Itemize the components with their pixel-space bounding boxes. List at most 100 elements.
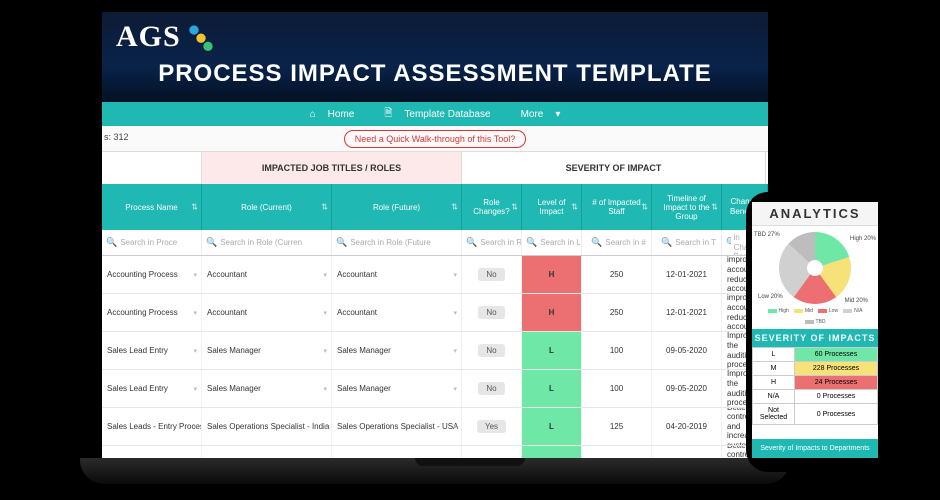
dropdown-icon: ▾ — [453, 271, 457, 279]
search-role-future[interactable]: 🔍Search in Role (Future — [332, 230, 462, 255]
cell-process[interactable]: Accounting Process▾ — [102, 294, 202, 331]
nav-home-label: Home — [324, 107, 359, 122]
severity-count: 0 Processes — [795, 404, 878, 425]
table-column-headers: Process Name⇅ Role (Current)⇅ Role (Futu… — [102, 184, 768, 230]
cell-role-current[interactable]: Accountant▾ — [202, 294, 332, 331]
cell-timeline[interactable]: 09-05-2020 — [652, 370, 722, 407]
severity-row: H24 Processes — [753, 376, 878, 390]
walkthrough-link[interactable]: Need a Quick Walk-through of this Tool? — [344, 130, 527, 148]
cell-timeline[interactable]: 12-01-2021 — [652, 294, 722, 331]
cell-role-changes[interactable]: No — [462, 256, 522, 293]
cell-staff[interactable]: 250 — [582, 294, 652, 331]
cell-role-future[interactable]: Accountant▾ — [332, 256, 462, 293]
table-row[interactable]: Sales Lead Entry▾Sales Manager▾Sales Man… — [102, 370, 768, 408]
dropdown-icon: ▾ — [453, 385, 457, 393]
cell-role-future[interactable]: Sales Manager▾ — [332, 370, 462, 407]
legend-item: Low — [818, 308, 838, 314]
cell-process[interactable]: Sales Leads - Entry Process▾ — [102, 408, 202, 445]
home-icon: ⌂ — [306, 107, 320, 122]
cell-staff[interactable]: 100 — [582, 370, 652, 407]
nav-more[interactable]: More ▾ — [513, 105, 569, 124]
search-icon: 🔍 — [661, 237, 672, 248]
cell-role-changes[interactable]: No — [462, 332, 522, 369]
cell-role-changes[interactable]: Yes — [462, 408, 522, 445]
table-row[interactable]: Sales Leads - Entry Process▾Sales Operat… — [102, 408, 768, 446]
sort-icon: ⇅ — [571, 203, 578, 212]
cell-role-future[interactable]: Accountant▾ — [332, 294, 462, 331]
cell-process[interactable]: Accounting Process▾ — [102, 256, 202, 293]
cell-level[interactable]: L — [522, 332, 582, 369]
cell-process[interactable]: Sales Lead Entry▾ — [102, 370, 202, 407]
cell-level[interactable]: L — [522, 408, 582, 445]
dropdown-icon: ▾ — [323, 309, 327, 317]
dropdown-icon: ▾ — [453, 423, 457, 431]
cell-role-future[interactable]: Sales Manager▾ — [332, 332, 462, 369]
table-row[interactable]: Sales Lead Entry▾Sales Manager▾Sales Man… — [102, 332, 768, 370]
severity-table-title: SEVERITY OF IMPACTS — [752, 329, 878, 347]
cell-staff[interactable]: 250 — [582, 256, 652, 293]
legend-item: TBD — [805, 319, 826, 325]
severity-count: 24 Processes — [795, 376, 878, 390]
search-process[interactable]: 🔍Search in Proce — [102, 230, 202, 255]
pie-chart — [779, 232, 851, 304]
legend-item: Mid — [794, 308, 813, 314]
cell-staff[interactable]: 125 — [582, 408, 652, 445]
sort-icon: ⇅ — [711, 203, 718, 212]
cell-timeline[interactable]: 04-20-2019 — [652, 408, 722, 445]
table-row[interactable]: Accounting Process▾Accountant▾Accountant… — [102, 256, 768, 294]
search-staff[interactable]: 🔍Search in # — [582, 230, 652, 255]
cell-process[interactable]: Sales Lead Entry▾ — [102, 332, 202, 369]
cell-role-future[interactable]: Sales Operations Specialist - USA▾ — [332, 408, 462, 445]
section-roles: IMPACTED JOB TITLES / ROLES — [202, 152, 462, 184]
cell-role-changes[interactable]: No — [462, 294, 522, 331]
col-process[interactable]: Process Name⇅ — [102, 184, 202, 230]
cell-timeline[interactable]: 12-01-2021 — [652, 256, 722, 293]
pie-label-low: Low 20% — [758, 294, 783, 300]
cell-role-current[interactable]: Accountant▾ — [202, 256, 332, 293]
nav-home[interactable]: ⌂ Home — [302, 105, 363, 124]
severity-level: H — [753, 376, 795, 390]
search-role-changes[interactable]: 🔍Search in R — [462, 230, 522, 255]
section-headers: IMPACTED JOB TITLES / ROLES SEVERITY OF … — [102, 152, 768, 184]
col-level[interactable]: Level of Impact⇅ — [522, 184, 582, 230]
severity-level: M — [753, 362, 795, 376]
severity-footer: Severity of Impacts to Departments — [752, 439, 878, 458]
severity-row: N/A0 Processes — [753, 390, 878, 404]
col-role-current[interactable]: Role (Current)⇅ — [202, 184, 332, 230]
pie-chart-wrap: High 20% Mid 20% Low 20% TBD 27% — [752, 226, 878, 306]
cell-level[interactable]: H — [522, 256, 582, 293]
search-level[interactable]: 🔍Search in L — [522, 230, 582, 255]
pie-label-mid: Mid 20% — [845, 298, 868, 304]
search-icon: 🔍 — [726, 237, 731, 248]
cell-level[interactable]: H — [522, 294, 582, 331]
col-staff[interactable]: # of Impacted Staff⇅ — [582, 184, 652, 230]
nav-template-database[interactable]: 🗎 Template Database — [376, 102, 498, 127]
app-header: AGS PROCESS IMPACT ASSESSMENT TEMPLATE — [102, 12, 768, 102]
table-row[interactable]: Accounting Process▾Accountant▾Accountant… — [102, 294, 768, 332]
cell-staff[interactable]: 100 — [582, 332, 652, 369]
search-icon: 🔍 — [336, 237, 347, 248]
cell-role-current[interactable]: Sales Manager▾ — [202, 370, 332, 407]
cell-role-current[interactable]: Sales Manager▾ — [202, 332, 332, 369]
col-role-future[interactable]: Role (Future)⇅ — [332, 184, 462, 230]
severity-row: L60 Processes — [753, 348, 878, 362]
dropdown-icon: ▾ — [193, 423, 197, 431]
sort-icon: ⇅ — [641, 203, 648, 212]
table-search-row: 🔍Search in Proce 🔍Search in Role (Curren… — [102, 230, 768, 256]
severity-count: 60 Processes — [795, 348, 878, 362]
cell-level[interactable]: L — [522, 370, 582, 407]
col-role-changes[interactable]: Role Changes?⇅ — [462, 184, 522, 230]
laptop-frame: AGS PROCESS IMPACT ASSESSMENT TEMPLATE ⌂… — [90, 0, 780, 460]
search-role-current[interactable]: 🔍Search in Role (Curren — [202, 230, 332, 255]
table-body: Accounting Process▾Accountant▾Accountant… — [102, 256, 768, 460]
dropdown-icon: ▾ — [453, 309, 457, 317]
search-timeline[interactable]: 🔍Search in T — [652, 230, 722, 255]
sort-icon: ⇅ — [511, 203, 518, 212]
col-timeline[interactable]: Timeline of Impact to the Group⇅ — [652, 184, 722, 230]
dropdown-icon: ▾ — [193, 309, 197, 317]
cell-timeline[interactable]: 09-05-2020 — [652, 332, 722, 369]
nav-template-label: Template Database — [400, 107, 494, 122]
cell-role-changes[interactable]: No — [462, 370, 522, 407]
cell-role-current[interactable]: Sales Operations Specialist - India▾ — [202, 408, 332, 445]
chevron-down-icon: ▾ — [551, 107, 564, 122]
